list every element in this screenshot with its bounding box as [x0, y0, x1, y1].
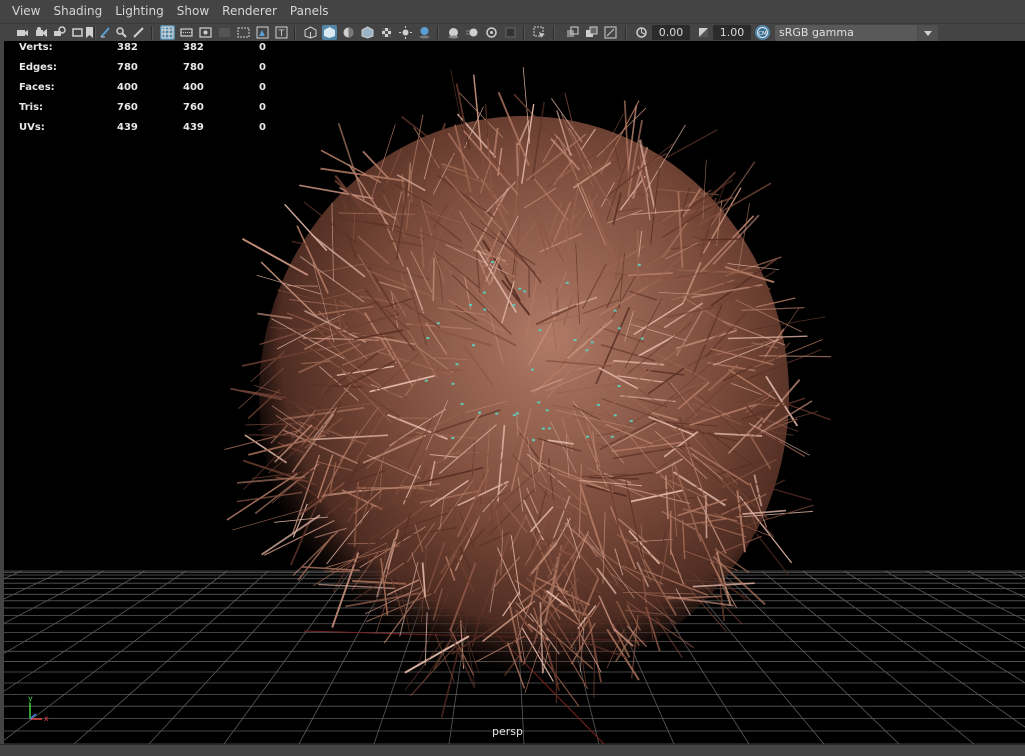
camera-attributes-icon[interactable]	[34, 25, 49, 40]
menu-shading[interactable]: Shading	[47, 0, 109, 23]
two-d-pan-zoom-icon[interactable]	[114, 25, 129, 40]
perspective-viewport[interactable]: Verts: 382 382 0 Edges: 780 780 0 Faces:…	[4, 41, 1025, 744]
anti-aliasing-icon[interactable]	[484, 25, 499, 40]
view-transform-value: sRGB gamma	[779, 26, 854, 39]
select-camera-icon[interactable]	[15, 25, 30, 40]
gamma-icon[interactable]	[696, 25, 711, 40]
hud-row-uvs: UVs: 439 439 0	[19, 122, 279, 142]
hud-value: 400	[117, 82, 138, 93]
chevron-down-icon[interactable]	[917, 25, 938, 41]
hud-value: 382	[117, 42, 138, 53]
film-gate-icon[interactable]	[179, 25, 194, 40]
camera-name-label: persp	[492, 725, 523, 738]
shadows-icon[interactable]	[417, 25, 432, 40]
menu-show[interactable]: Show	[171, 0, 216, 23]
hud-row-edges: Edges: 780 780 0	[19, 62, 279, 82]
xray-icon[interactable]	[565, 25, 580, 40]
smooth-shade-all-icon[interactable]	[322, 25, 337, 40]
hud-value: 760	[183, 102, 204, 113]
hud-value: 0	[259, 102, 266, 113]
safe-action-icon[interactable]	[255, 25, 270, 40]
default-material-icon[interactable]	[341, 25, 356, 40]
screen-space-ao-icon[interactable]	[446, 25, 461, 40]
hud-label: UVs:	[19, 122, 45, 133]
hud-label: Faces:	[19, 82, 55, 93]
grease-pencil-icon[interactable]	[98, 25, 113, 40]
hud-row-verts: Verts: 382 382 0	[19, 42, 279, 62]
menu-panels[interactable]: Panels	[284, 0, 336, 23]
hud-label: Edges:	[19, 62, 57, 73]
hud-value: 780	[117, 62, 138, 73]
wireframe-on-shaded-icon[interactable]	[360, 25, 375, 40]
hud-value: 439	[183, 122, 204, 133]
hud-value: 0	[259, 62, 266, 73]
scene-canvas[interactable]	[4, 41, 1025, 744]
hud-value: 0	[259, 42, 266, 53]
hud-row-faces: Faces: 400 400 0	[19, 82, 279, 102]
textured-icon[interactable]	[379, 25, 394, 40]
menu-lighting[interactable]: Lighting	[109, 0, 171, 23]
backface-culling-icon[interactable]	[603, 25, 618, 40]
hud-value: 0	[259, 82, 266, 93]
panel-toolbar: T 0.00 1.00 CM sRGB gamma	[0, 23, 1025, 42]
hud-value: 760	[117, 102, 138, 113]
grid-toggle-icon[interactable]	[160, 25, 175, 40]
view-transform-select[interactable]: sRGB gamma	[775, 25, 938, 41]
exposure-icon[interactable]	[634, 25, 649, 40]
field-chart-icon[interactable]	[236, 25, 251, 40]
gate-mask-icon[interactable]	[217, 25, 232, 40]
hud-label: Verts:	[19, 42, 53, 53]
motion-blur-icon[interactable]	[465, 25, 480, 40]
color-management-toggle-icon[interactable]: CM	[755, 25, 770, 40]
resolution-gate-icon[interactable]	[198, 25, 213, 40]
wireframe-icon[interactable]	[303, 25, 318, 40]
x-axis-label: x	[44, 714, 49, 723]
hud-label: Tris:	[19, 102, 43, 113]
hud-value: 439	[117, 122, 138, 133]
menu-view[interactable]: View	[0, 0, 47, 23]
svg-text:T: T	[278, 29, 285, 39]
panel-menu-bar: View Shading Lighting Show Renderer Pane…	[0, 0, 1025, 23]
safe-title-icon[interactable]: T	[274, 25, 289, 40]
hud-row-tris: Tris: 760 760 0	[19, 102, 279, 122]
hud-value: 400	[183, 82, 204, 93]
y-axis-label: y	[28, 694, 33, 703]
bookmark-camera-icon[interactable]	[52, 25, 67, 40]
isolate-select-icon[interactable]	[532, 25, 547, 40]
view-axis-indicator: y x	[22, 693, 62, 727]
grease-pencil-draw-icon[interactable]	[131, 25, 146, 40]
use-all-lights-icon[interactable]	[398, 25, 413, 40]
hud-value: 780	[183, 62, 204, 73]
depth-of-field-icon[interactable]	[503, 25, 518, 40]
menu-renderer[interactable]: Renderer	[216, 0, 284, 23]
xray-joints-icon[interactable]	[584, 25, 599, 40]
poly-count-hud: Verts: 382 382 0 Edges: 780 780 0 Faces:…	[19, 42, 279, 142]
hud-value: 0	[259, 122, 266, 133]
exposure-field[interactable]: 0.00	[652, 25, 690, 40]
svg-text:CM: CM	[758, 31, 767, 37]
fur-ball-object[interactable]	[225, 67, 832, 717]
gamma-field[interactable]: 1.00	[713, 25, 751, 40]
hud-value: 382	[183, 42, 204, 53]
panel-bottom-border	[0, 744, 1025, 756]
